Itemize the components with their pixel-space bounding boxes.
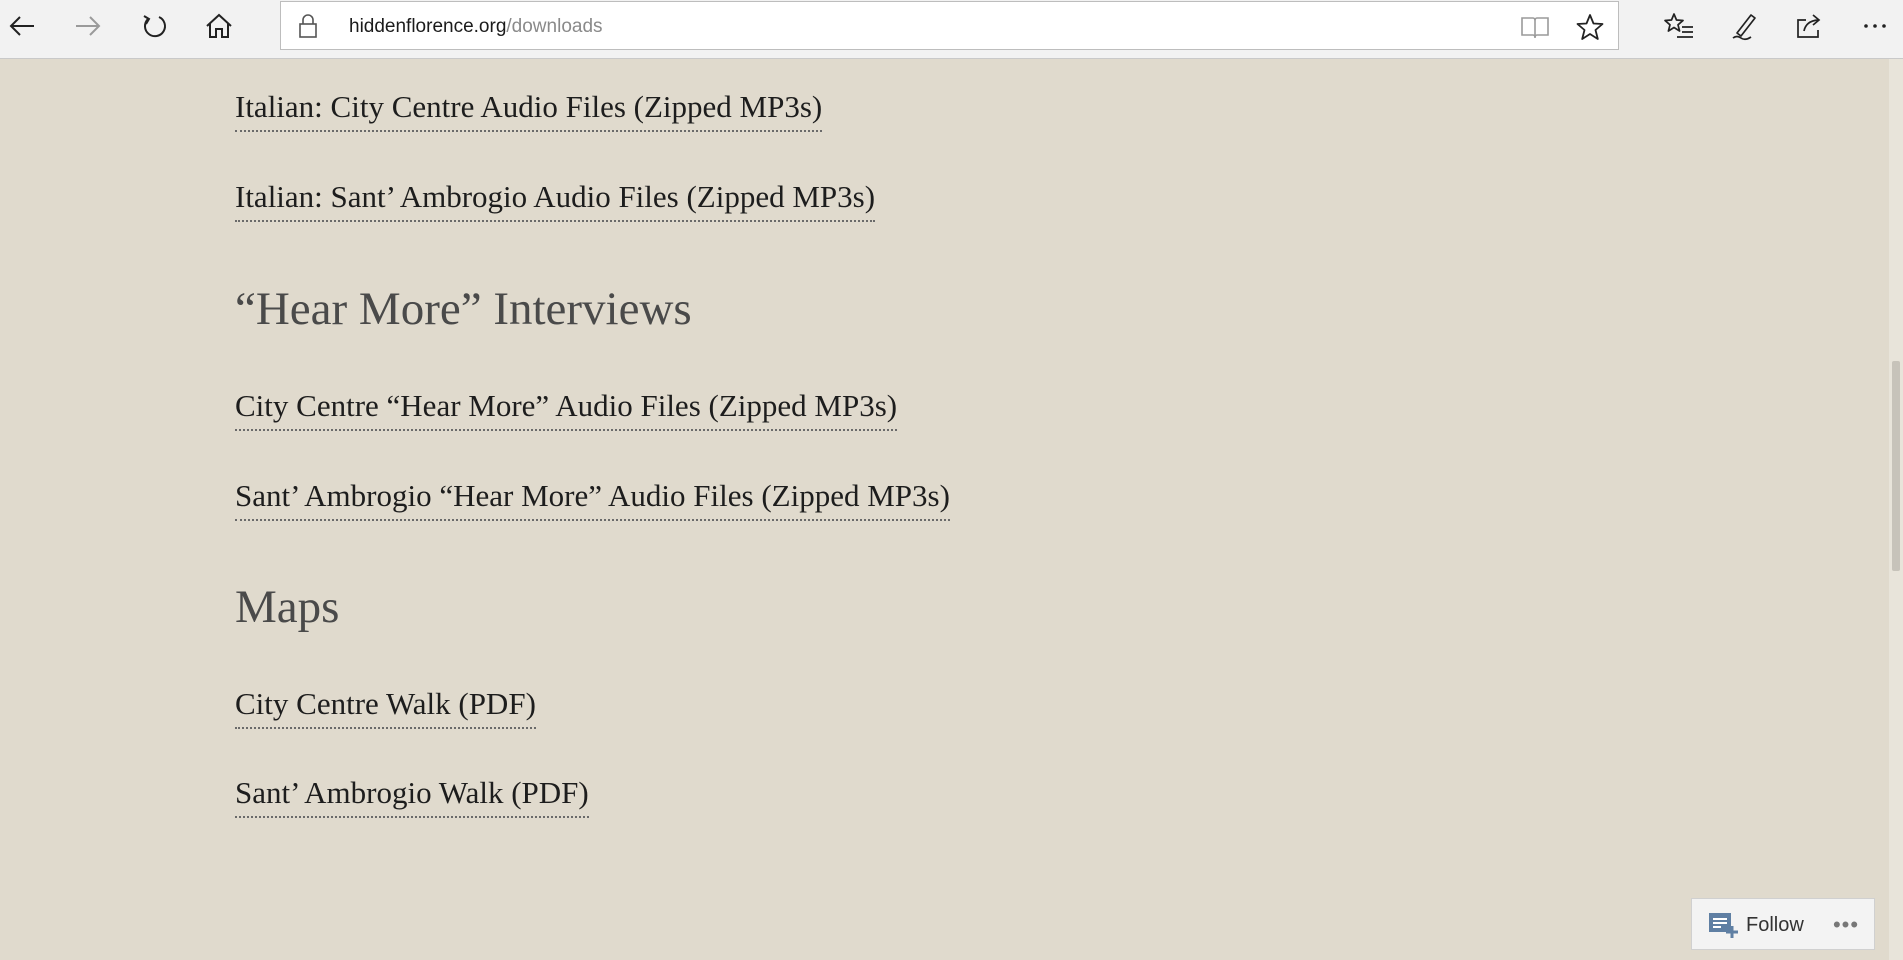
url-domain: hiddenflorence.org [349, 16, 507, 37]
forward-icon [76, 16, 101, 36]
address-bar[interactable]: hiddenflorence.org/downloads [280, 1, 1619, 50]
download-link-sant-ambrogio-walk[interactable]: Sant’ Ambrogio Walk (PDF) [235, 775, 589, 818]
refresh-icon [143, 15, 166, 38]
favorite-star-icon[interactable] [1576, 13, 1604, 41]
follow-icon [1709, 913, 1738, 938]
share-button[interactable] [1787, 4, 1831, 48]
download-link-city-centre-hear-more[interactable]: City Centre “Hear More” Audio Files (Zip… [235, 388, 898, 431]
hear-more-heading: “Hear More” Interviews [235, 283, 692, 335]
follow-label: Follow [1746, 913, 1804, 936]
url-text[interactable]: hiddenflorence.org/downloads [349, 2, 603, 51]
download-link-italian-city-centre[interactable]: Italian: City Centre Audio Files (Zipped… [235, 89, 823, 132]
vertical-scrollbar[interactable] [1889, 59, 1903, 960]
reading-view-icon[interactable] [1520, 14, 1550, 40]
pen-notes-icon [1732, 14, 1756, 41]
download-link-city-centre-walk[interactable]: City Centre Walk (PDF) [235, 686, 536, 729]
notes-button[interactable] [1722, 4, 1766, 48]
more-icon [1864, 24, 1886, 28]
browser-toolbar: hiddenflorence.org/downloads [0, 0, 1903, 59]
follow-widget: Follow ••• [1691, 898, 1875, 950]
lock-icon [299, 14, 317, 38]
back-button[interactable] [0, 4, 44, 48]
refresh-button[interactable] [132, 4, 176, 48]
maps-heading: Maps [235, 581, 340, 633]
download-link-italian-sant-ambrogio[interactable]: Italian: Sant’ Ambrogio Audio Files (Zip… [235, 179, 876, 222]
favorites-hub-icon [1664, 13, 1693, 38]
scrollbar-thumb[interactable] [1892, 361, 1900, 571]
url-path: /downloads [506, 16, 603, 37]
follow-button[interactable]: Follow [1708, 909, 1804, 941]
share-icon [1797, 14, 1821, 38]
more-button[interactable] [1853, 4, 1897, 48]
home-button[interactable] [197, 4, 241, 48]
back-icon [9, 16, 34, 36]
follow-more-button[interactable]: ••• [1830, 909, 1862, 941]
favorites-hub-button[interactable] [1657, 4, 1701, 48]
forward-button[interactable] [66, 4, 110, 48]
download-link-sant-ambrogio-hear-more[interactable]: Sant’ Ambrogio “Hear More” Audio Files (… [235, 478, 950, 521]
home-icon [206, 13, 232, 38]
